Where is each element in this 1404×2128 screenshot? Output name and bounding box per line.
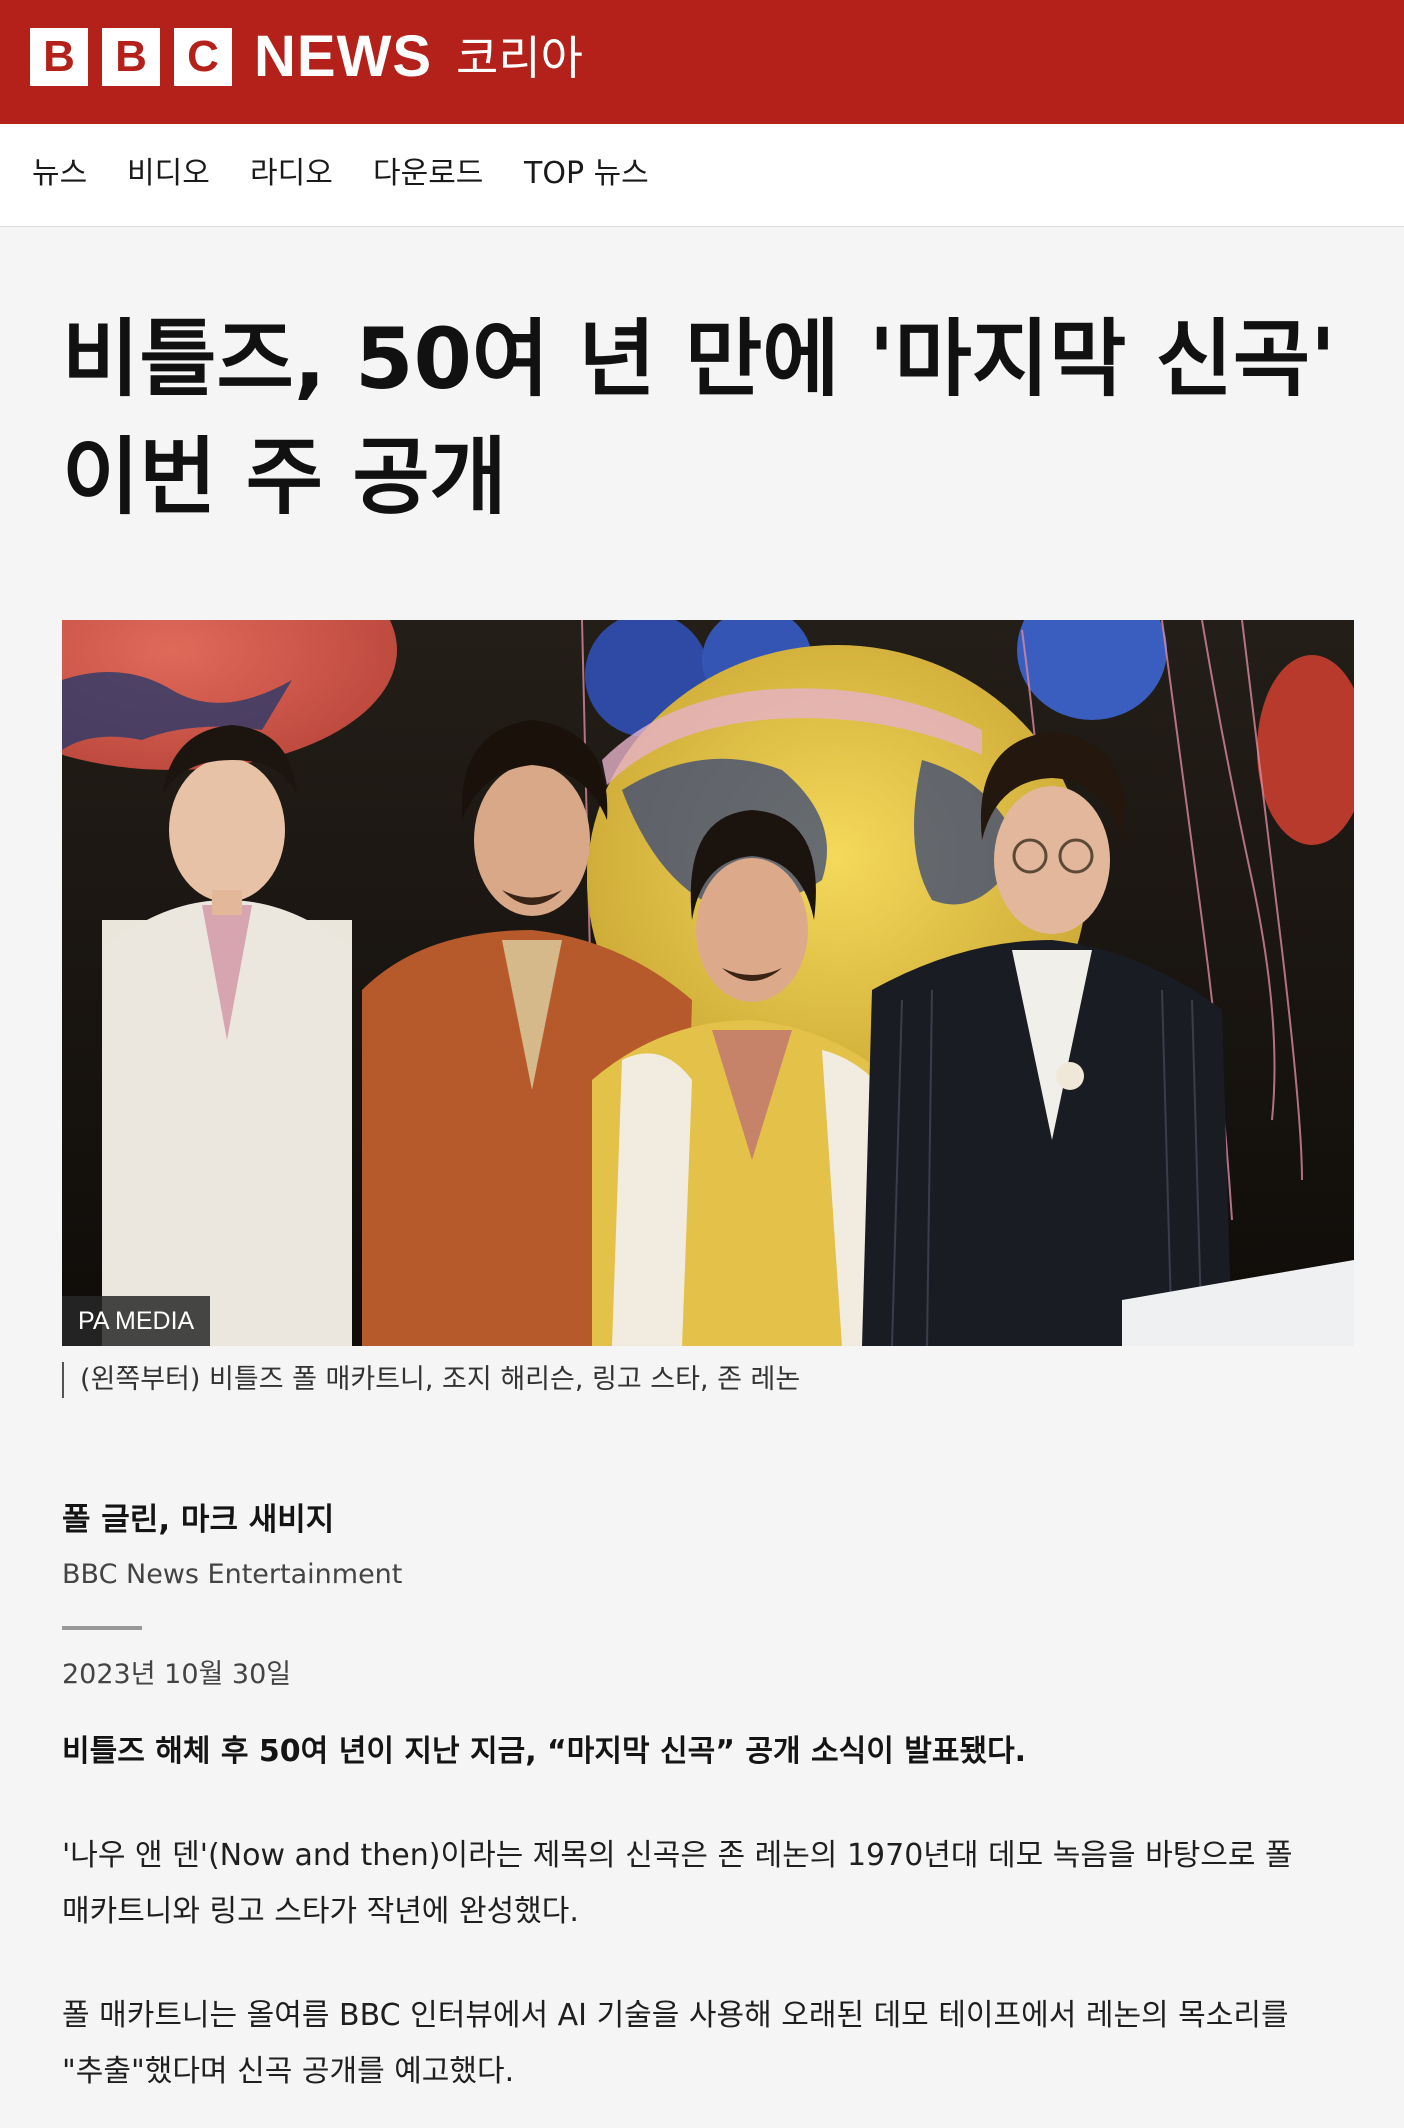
article-paragraph-2: 폴 매카트니는 올여름 BBC 인터뷰에서 AI 기술을 사용해 오래된 데모 … xyxy=(62,1998,1289,2089)
photo-credit-badge: PA MEDIA xyxy=(62,1296,211,1346)
photo-caption: (왼쪽부터) 비틀즈 폴 매카트니, 조지 해리슨, 링고 스타, 존 레논 xyxy=(62,1362,800,1398)
article-headline: 비틀즈, 50여 년 만에 '마지막 신곡' 이번 주 공개 xyxy=(62,310,1336,526)
byline-authors: 폴 글린, 마크 새비지 xyxy=(62,1502,335,1538)
nav-item-download[interactable]: 다운로드 xyxy=(373,152,483,196)
bbc-logo-letter-b1[interactable]: B xyxy=(30,28,88,86)
site-header: B B C NEWS 코리아 xyxy=(0,0,1404,124)
article-lede: 비틀즈 해체 후 50여 년이 지난 지금, “마지막 신곡” 공개 소식이 발… xyxy=(62,1734,1027,1769)
byline-role: BBC News Entertainment xyxy=(62,1559,403,1590)
region-wordmark[interactable]: 코리아 xyxy=(456,28,583,88)
nav-item-top-news[interactable]: TOP 뉴스 xyxy=(524,152,649,196)
byline-divider xyxy=(62,1626,142,1630)
nav-item-video[interactable]: 비디오 xyxy=(127,152,210,196)
main-nav: 뉴스 비디오 라디오 다운로드 TOP 뉴스 xyxy=(0,124,1404,227)
nav-item-news[interactable]: 뉴스 xyxy=(32,152,87,196)
news-wordmark[interactable]: NEWS xyxy=(254,23,432,91)
article-photo: PA MEDIA xyxy=(62,620,1354,1346)
bbc-logo-letter-b2[interactable]: B xyxy=(102,28,160,86)
beatles-photo-illustration xyxy=(62,620,1354,1346)
publish-date: 2023년 10월 30일 xyxy=(62,1659,292,1690)
article-paragraph-1: '나우 앤 덴'(Now and then)이라는 제목의 신곡은 존 레논의 … xyxy=(62,1838,1293,1929)
nav-item-radio[interactable]: 라디오 xyxy=(250,152,333,196)
bbc-logo-letter-c[interactable]: C xyxy=(174,28,232,86)
